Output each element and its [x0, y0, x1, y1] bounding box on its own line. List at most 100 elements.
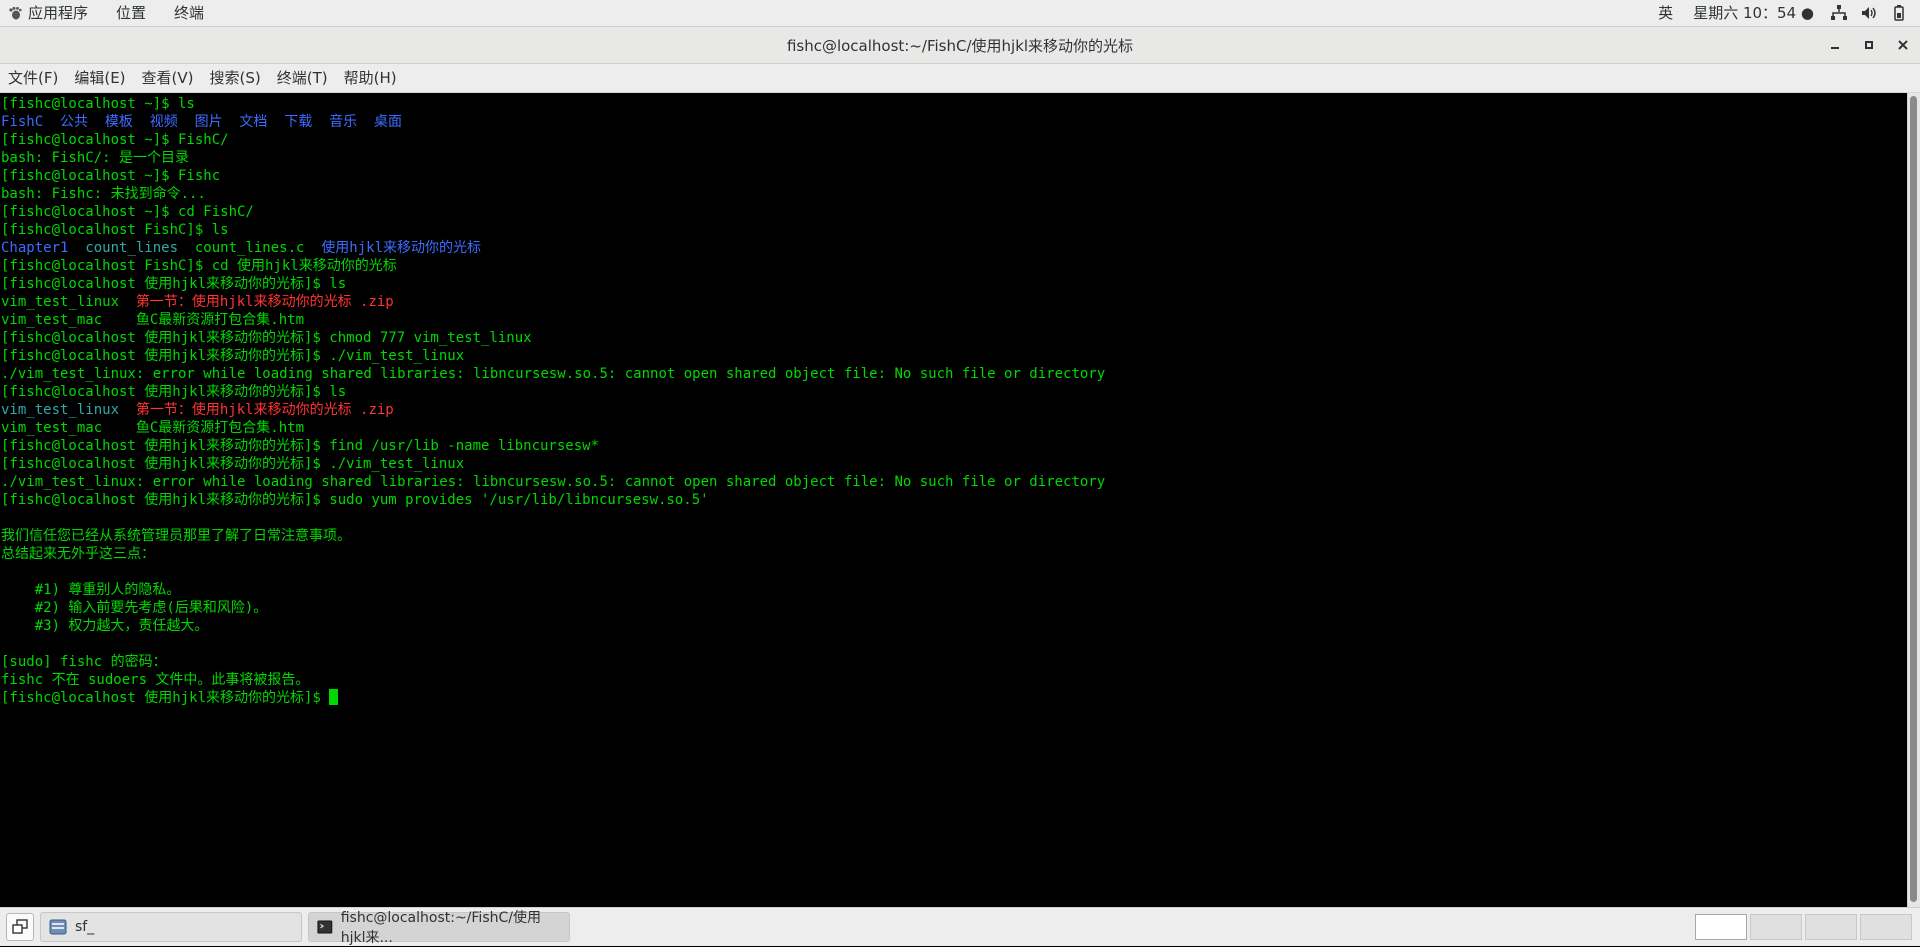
terminal-segment: count_lines	[85, 240, 179, 256]
menu-bar: 文件(F) 编辑(E) 查看(V) 搜索(S) 终端(T) 帮助(H)	[0, 64, 1920, 93]
terminal-segment	[68, 240, 85, 256]
menu-terminal[interactable]: 终端(T)	[269, 64, 336, 92]
minimize-button[interactable]	[1818, 27, 1852, 63]
terminal-segment: [fishc@localhost 使用hjkl来移动你的光标]$ ./vim_t…	[1, 456, 465, 472]
terminal-line: [fishc@localhost 使用hjkl来移动你的光标]$ chmod 7…	[1, 329, 1907, 347]
terminal-line: [fishc@localhost FishC]$ ls	[1, 221, 1907, 239]
menu-view[interactable]: 查看(V)	[134, 64, 202, 92]
terminal-segment: 我们信任您已经从系统管理员那里了解了日常注意事项。	[1, 528, 351, 544]
workspace-3[interactable]	[1805, 914, 1857, 940]
task-terminal[interactable]: fishc@localhost:~/FishC/使用hjkl来...	[308, 910, 570, 946]
terminal-segment: count_lines.c	[178, 240, 322, 256]
scrollbar-thumb[interactable]	[1910, 96, 1917, 902]
show-desktop-button[interactable]	[6, 913, 34, 941]
terminal-segment: [fishc@localhost 使用hjkl来移动你的光标]$ ./vim_t…	[1, 348, 465, 364]
workspace-1[interactable]	[1695, 914, 1747, 940]
terminal-segment: 第一节：使用hjkl来移动你的光标 .zip	[135, 402, 394, 418]
terminal-line: fishc 不在 sudoers 文件中。此事将被报告。	[1, 671, 1907, 689]
terminal-segment: Chapter1	[1, 240, 69, 256]
terminal-line: FishC 公共 模板 视频 图片 文档 下载 音乐 桌面	[1, 113, 1907, 131]
terminal-output[interactable]: [fishc@localhost ~]$ ls FishC 公共 模板 视频 图片…	[0, 93, 1908, 907]
terminal-segment: 使用hjkl来移动你的光标	[321, 240, 482, 256]
workspace-4[interactable]	[1860, 914, 1912, 940]
terminal-segment: vim_test_linux	[1, 294, 136, 310]
terminal-segment: 第一节：使用hjkl来移动你的光标 .zip	[135, 294, 394, 310]
terminal-segment: [fishc@localhost 使用hjkl来移动你的光标]$ ls	[1, 384, 347, 400]
terminal-segment: [fishc@localhost 使用hjkl来移动你的光标]$ sudo yu…	[1, 492, 709, 508]
terminal-segment: [fishc@localhost FishC]$ cd 使用hjkl来移动你的光…	[1, 258, 397, 274]
terminal-line: #1) 尊重别人的隐私。	[1, 581, 1907, 599]
terminal-segment: vim_test_mac 鱼C最新资源打包合集.htm	[1, 312, 305, 328]
terminal-line: vim_test_mac 鱼C最新资源打包合集.htm	[1, 419, 1907, 437]
workspace-switcher	[1692, 914, 1912, 940]
terminal-line: vim_test_linux 第一节：使用hjkl来移动你的光标 .zip	[1, 401, 1907, 419]
terminal-line: ./vim_test_linux: error while loading sh…	[1, 365, 1907, 383]
terminal-segment: [fishc@localhost ~]$ FishC/	[1, 132, 229, 148]
menu-help[interactable]: 帮助(H)	[336, 64, 405, 92]
terminal-segment: ./vim_test_linux: error while loading sh…	[1, 474, 1106, 490]
terminal-line: [fishc@localhost ~]$ ls	[1, 95, 1907, 113]
terminal-segment: [fishc@localhost FishC]$ ls	[1, 222, 229, 238]
terminal-line: Chapter1 count_lines count_lines.c 使用hjk…	[1, 239, 1907, 257]
file-manager-icon	[49, 919, 67, 935]
terminal-line: [fishc@localhost 使用hjkl来移动你的光标]$ ls	[1, 383, 1907, 401]
terminal-segment: [fishc@localhost 使用hjkl来移动你的光标]$	[1, 690, 330, 706]
maximize-button[interactable]	[1852, 27, 1886, 63]
menu-search[interactable]: 搜索(S)	[202, 64, 269, 92]
terminal-scrollbar[interactable]	[1907, 93, 1920, 907]
terminal-segment: [fishc@localhost 使用hjkl来移动你的光标]$ find /u…	[1, 438, 600, 454]
terminal-text[interactable]: [fishc@localhost ~]$ ls FishC 公共 模板 视频 图片…	[0, 93, 1908, 709]
battery-icon[interactable]	[1890, 4, 1908, 22]
task-files[interactable]: sf_	[40, 912, 302, 942]
window-title: fishc@localhost:~/FishC/使用hjkl来移动你的光标	[786, 36, 1134, 55]
terminal-line: [fishc@localhost FishC]$ cd 使用hjkl来移动你的光…	[1, 257, 1907, 275]
terminal-line: bash: Fishc: 未找到命令...	[1, 185, 1907, 203]
terminal-line: 我们信任您已经从系统管理员那里了解了日常注意事项。	[1, 527, 1907, 545]
terminal-line: [fishc@localhost 使用hjkl来移动你的光标]$ ls	[1, 275, 1907, 293]
terminal-segment: #2) 输入前要先考虑(后果和风险)。	[1, 600, 268, 616]
terminal-icon	[317, 920, 333, 934]
terminal-segment: FishC 公共 模板 视频 图片 文档 下载 音乐 桌面	[1, 114, 403, 130]
terminal-segment: ./vim_test_linux: error while loading sh…	[1, 366, 1106, 382]
input-method-indicator[interactable]: 英	[1648, 0, 1683, 26]
menu-edit[interactable]: 编辑(E)	[66, 64, 133, 92]
places-menu[interactable]: 位置	[102, 0, 160, 26]
terminal-line: [fishc@localhost 使用hjkl来移动你的光标]$ ./vim_t…	[1, 455, 1907, 473]
top-panel: 应用程序 位置 终端 英 星期六 10：54 ●	[0, 0, 1920, 27]
terminal-line: [fishc@localhost 使用hjkl来移动你的光标]$ find /u…	[1, 437, 1907, 455]
applications-menu[interactable]: 应用程序	[0, 0, 102, 26]
terminal-segment: [sudo] fishc 的密码：	[1, 654, 167, 670]
terminal-app-menu[interactable]: 终端	[160, 0, 218, 26]
terminal-line: [fishc@localhost ~]$ Fishc	[1, 167, 1907, 185]
terminal-line: 总结起来无外乎这三点：	[1, 545, 1907, 563]
terminal-line: [fishc@localhost 使用hjkl来移动你的光标]$ ./vim_t…	[1, 347, 1907, 365]
terminal-segment: [fishc@localhost ~]$ cd FishC/	[1, 204, 254, 220]
terminal-line: vim_test_linux 第一节：使用hjkl来移动你的光标 .zip	[1, 293, 1907, 311]
minimize-icon	[1831, 47, 1839, 49]
terminal-segment: 总结起来无外乎这三点：	[1, 546, 155, 562]
workspace-2[interactable]	[1750, 914, 1802, 940]
bottom-taskbar: sf_ fishc@localhost:~/FishC/使用hjkl来...	[0, 907, 1920, 946]
terminal-segment: #3) 权力越大，责任越大。	[1, 618, 209, 634]
terminal-segment: vim_test_mac 鱼C最新资源打包合集.htm	[1, 420, 305, 436]
close-button[interactable]	[1886, 27, 1920, 63]
terminal-segment: [fishc@localhost ~]$ ls	[1, 96, 195, 112]
terminal-segment: bash: Fishc: 未找到命令...	[1, 186, 206, 202]
terminal-line: [fishc@localhost ~]$ FishC/	[1, 131, 1907, 149]
menu-file[interactable]: 文件(F)	[0, 64, 66, 92]
terminal-segment: [fishc@localhost ~]$ Fishc	[1, 168, 221, 184]
close-icon	[1898, 40, 1908, 50]
terminal-line: bash: FishC/: 是一个目录	[1, 149, 1907, 167]
clock[interactable]: 星期六 10：54 ●	[1683, 0, 1824, 26]
terminal-segment	[119, 402, 136, 418]
terminal-cursor	[329, 689, 339, 705]
terminal-segment: fishc 不在 sudoers 文件中。此事将被报告。	[1, 672, 310, 688]
maximize-icon	[1865, 41, 1873, 49]
terminal-line: #2) 输入前要先考虑(后果和风险)。	[1, 599, 1907, 617]
window-titlebar[interactable]: fishc@localhost:~/FishC/使用hjkl来移动你的光标	[0, 27, 1920, 64]
network-icon[interactable]	[1830, 4, 1848, 22]
show-desktop-icon	[12, 919, 28, 934]
volume-icon[interactable]	[1860, 4, 1878, 22]
